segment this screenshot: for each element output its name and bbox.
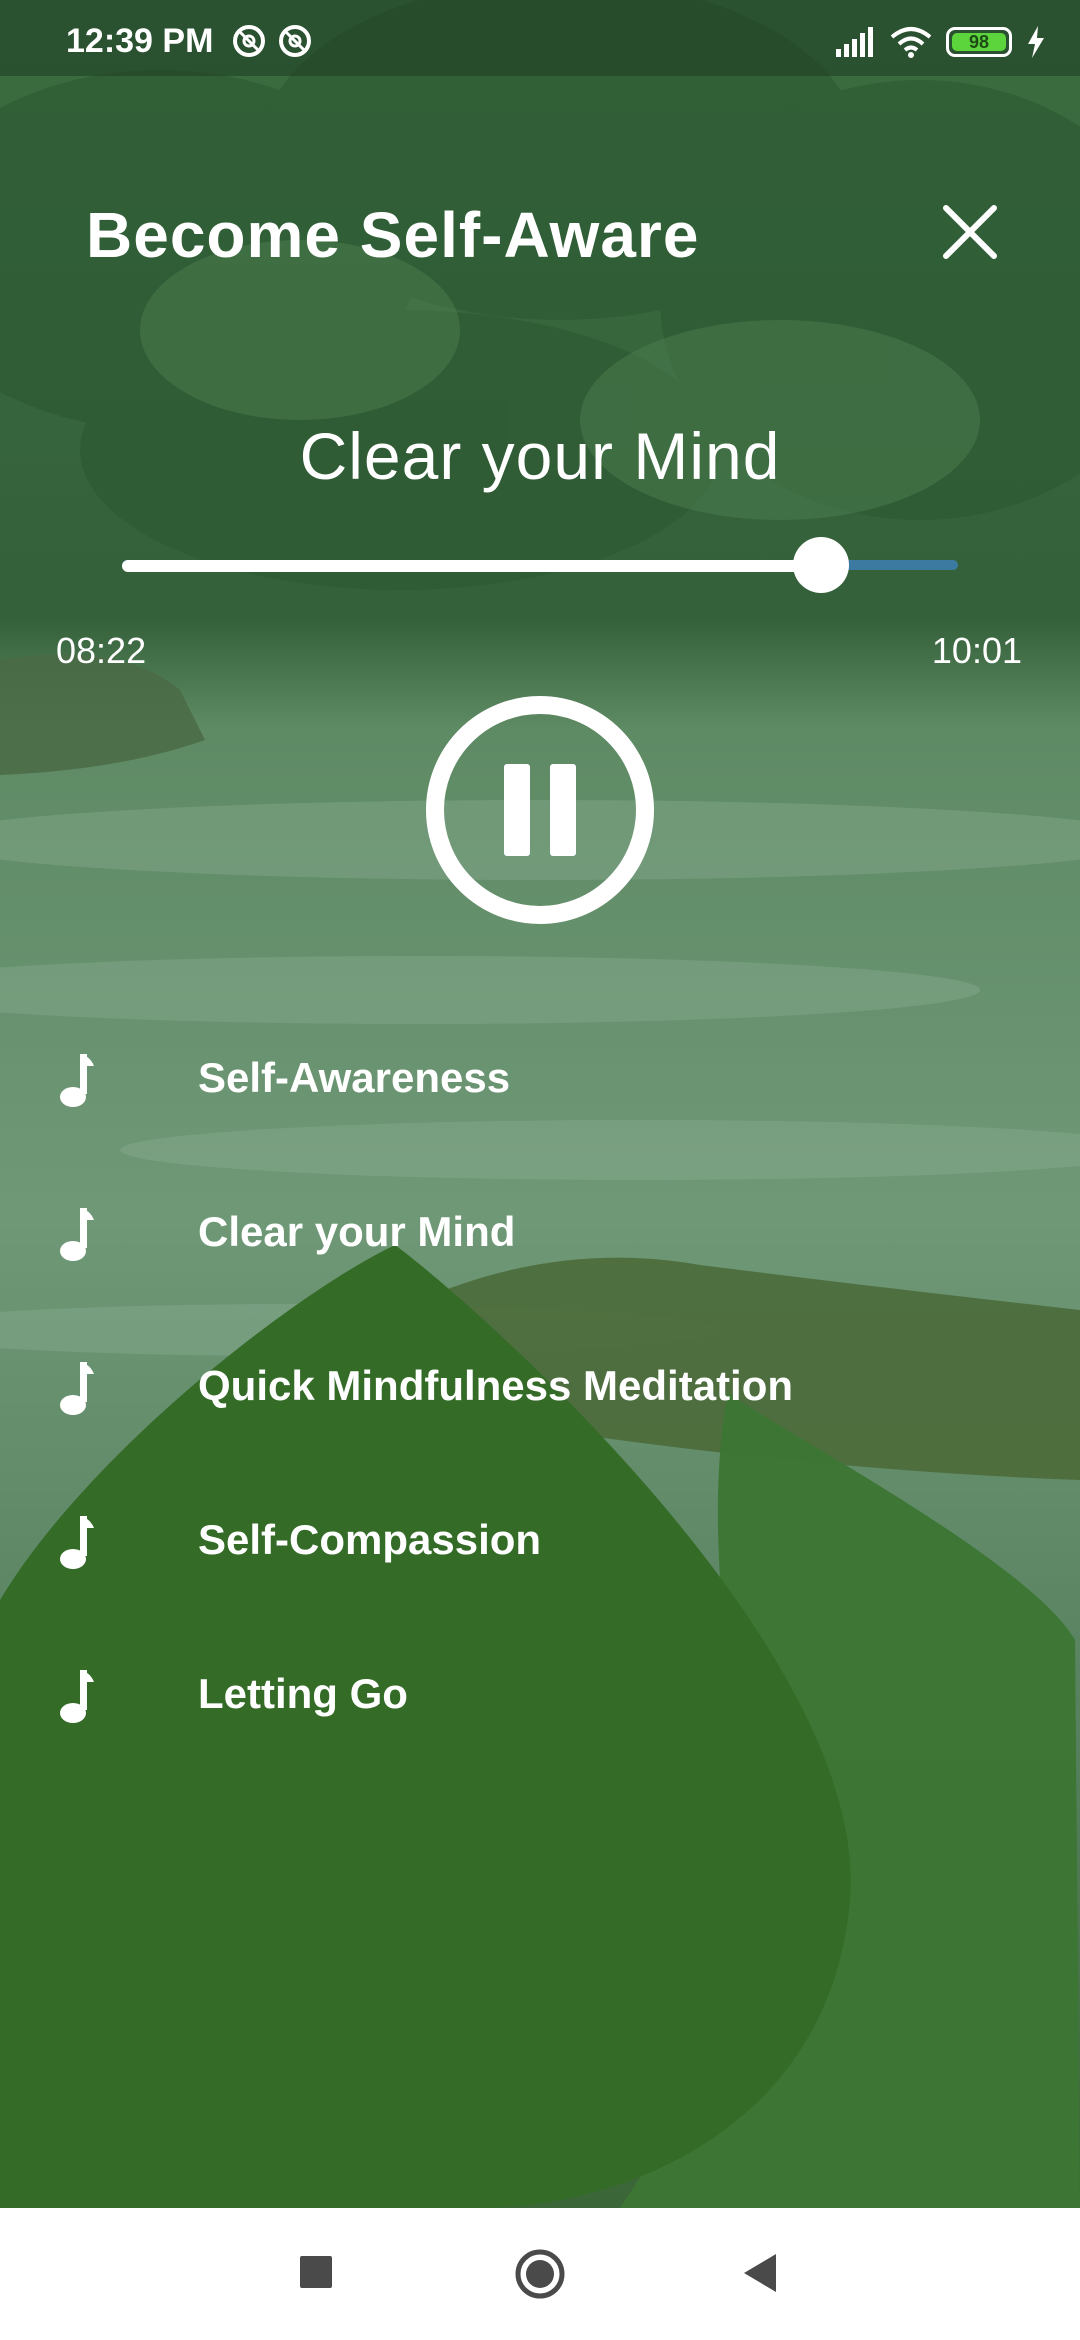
navigation-bar [0, 2208, 1080, 2340]
close-icon[interactable] [938, 200, 1002, 264]
at-sign-icon [279, 25, 311, 57]
status-time: 12:39 PM [66, 22, 214, 60]
pause-button[interactable] [426, 696, 654, 924]
music-note-icon [60, 1516, 94, 1569]
current-track-title: Clear your Mind [299, 419, 781, 493]
progress-fill [122, 560, 821, 572]
total-time: 10:01 [931, 630, 1022, 671]
track-label: Self-Awareness [198, 1054, 511, 1101]
music-note-icon [60, 1054, 94, 1107]
music-note-icon [60, 1670, 94, 1723]
status-bar: 12:39 PM 98 [0, 0, 1080, 76]
list-item[interactable]: Self-Awareness [0, 1044, 1080, 1198]
list-item[interactable]: Letting Go [0, 1660, 1080, 1814]
battery-level: 98 [952, 32, 1006, 52]
progress-slider[interactable] [122, 537, 958, 593]
wifi-icon [890, 27, 932, 58]
track-list: Self-Awareness Clear your Mind Quick Min… [0, 1044, 1080, 1814]
battery-icon: 98 [946, 27, 1012, 57]
at-sign-icon [233, 25, 265, 57]
track-label: Letting Go [198, 1670, 408, 1717]
track-label: Quick Mindfulness Meditation [198, 1362, 794, 1409]
list-item[interactable]: Self-Compassion [0, 1506, 1080, 1660]
elapsed-time: 08:22 [56, 630, 147, 671]
list-item[interactable]: Clear your Mind [0, 1198, 1080, 1352]
signal-icon [836, 27, 873, 57]
charging-icon [1028, 26, 1044, 58]
track-label: Self-Compassion [198, 1516, 542, 1563]
progress-thumb[interactable] [792, 537, 849, 593]
player-screen: 12:39 PM 98 Become Self-Aware Clear your… [0, 0, 1080, 2340]
music-note-icon [60, 1208, 94, 1261]
music-note-icon [60, 1362, 94, 1415]
list-item[interactable]: Quick Mindfulness Meditation [0, 1352, 1080, 1506]
notification-icons [232, 24, 312, 58]
home-icon[interactable] [514, 2248, 566, 2300]
back-icon[interactable] [744, 2254, 778, 2292]
page-title: Become Self-Aware [86, 199, 700, 271]
system-status-icons: 98 [836, 24, 1046, 60]
track-label: Clear your Mind [198, 1208, 516, 1255]
recent-apps-icon[interactable] [300, 2256, 332, 2288]
